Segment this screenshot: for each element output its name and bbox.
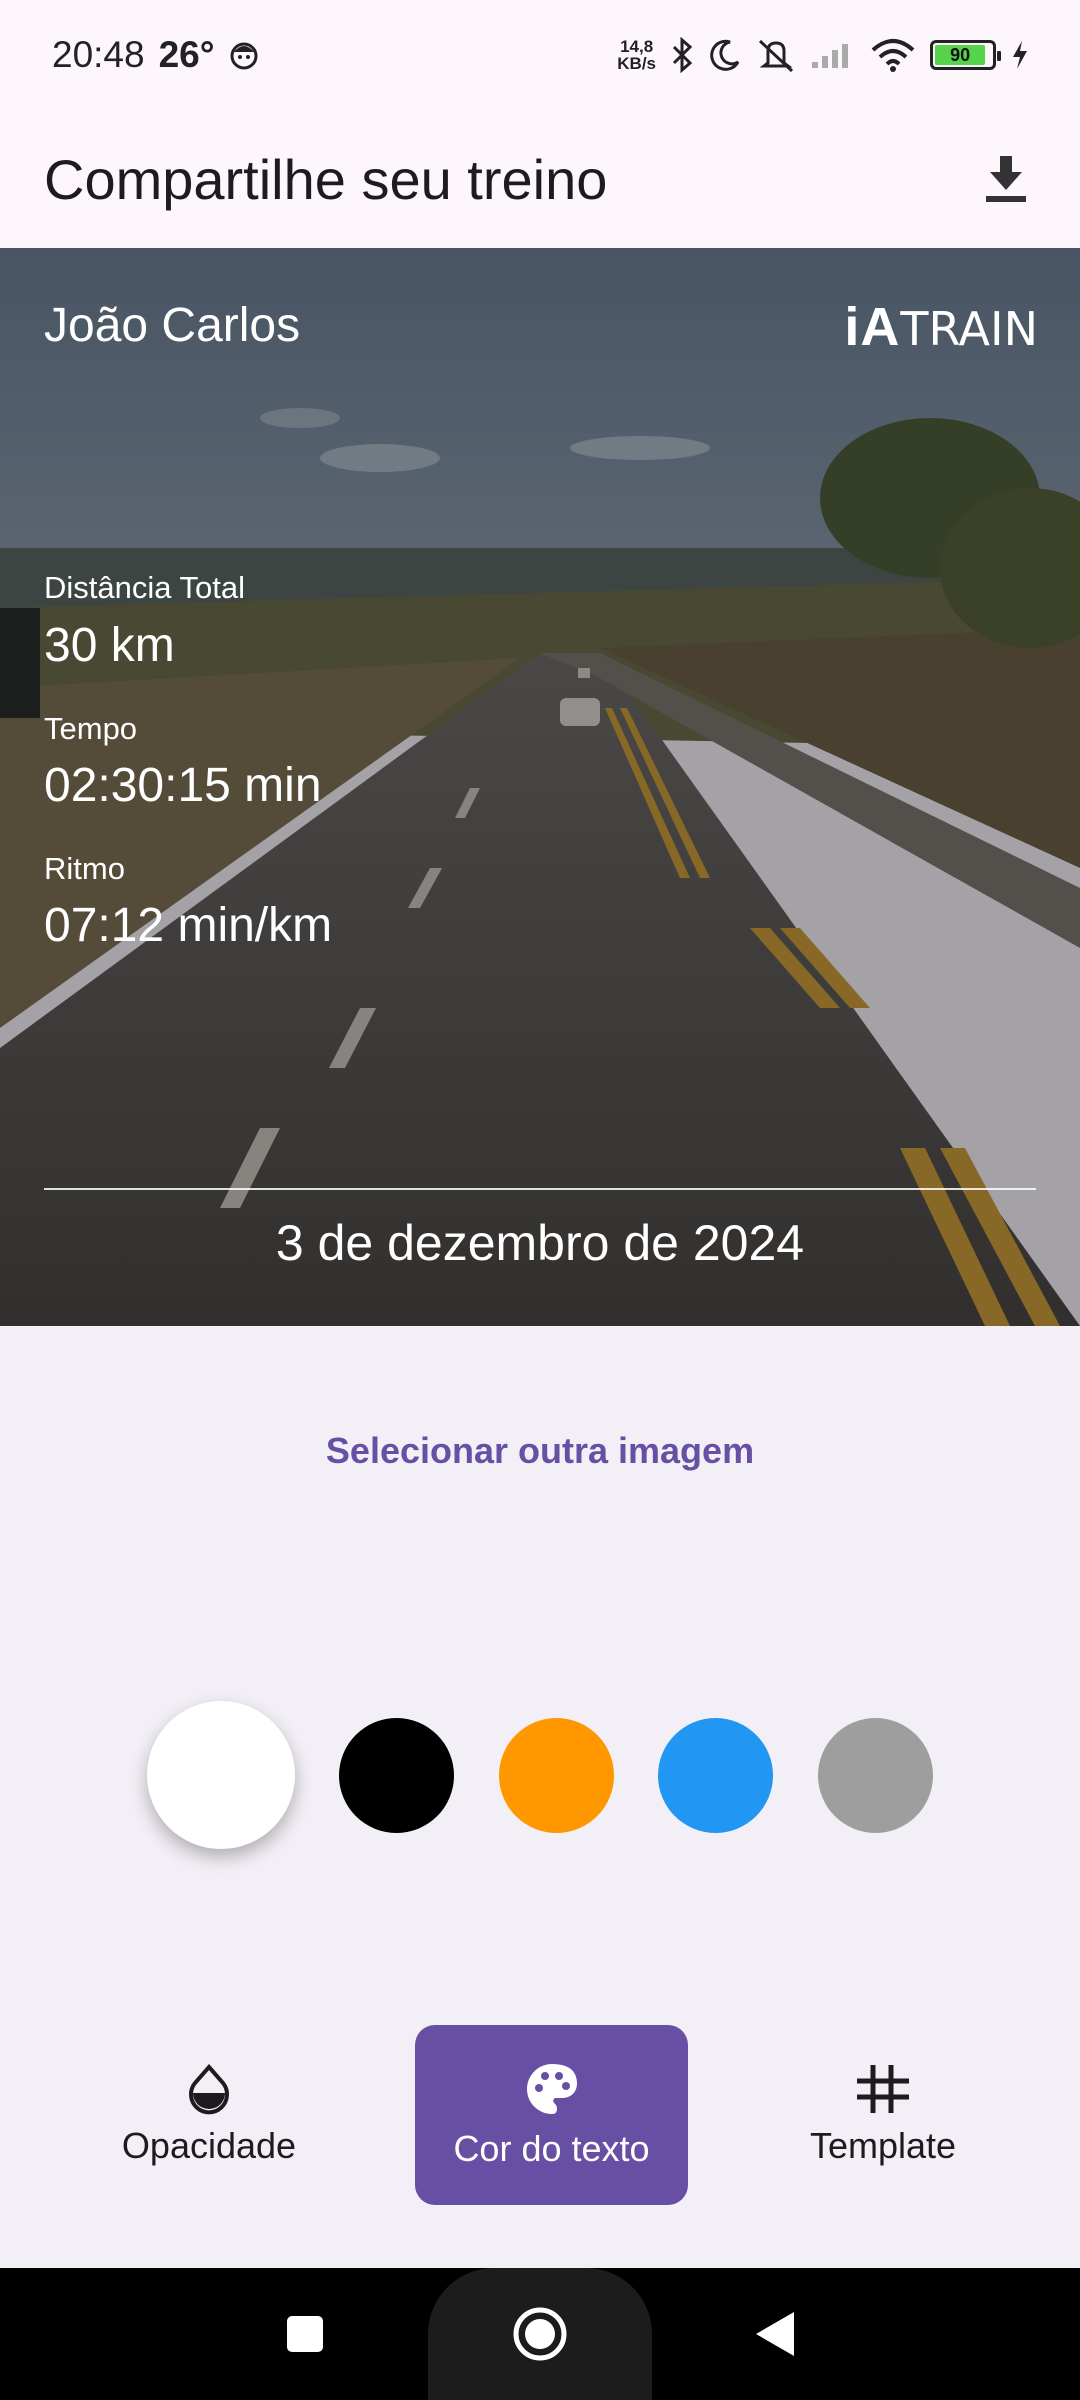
bluetooth-icon — [672, 37, 693, 73]
back-icon — [756, 2312, 794, 2356]
date-divider — [44, 1188, 1036, 1190]
back-button[interactable] — [740, 2302, 810, 2366]
logo-ia: iA — [844, 297, 901, 357]
recents-icon — [287, 2316, 323, 2352]
charging-icon — [1013, 41, 1027, 69]
page-title: Compartilhe seu treino — [44, 147, 608, 211]
moon-icon — [710, 39, 740, 71]
status-left: 20:48 26° — [52, 34, 259, 76]
stat-pace-value: 07:12 min/km — [44, 899, 333, 952]
tool-opacity[interactable]: Opacidade — [84, 2025, 334, 2205]
signal-icon — [812, 44, 848, 68]
download-button[interactable] — [976, 149, 1036, 209]
grid-icon — [857, 2065, 909, 2113]
recents-button[interactable] — [270, 2304, 340, 2364]
stat-time-value: 02:30:15 min — [44, 759, 322, 812]
workout-preview: João Carlos iATRAIN Distância Total 30 k… — [0, 248, 1080, 1326]
home-icon — [513, 2307, 567, 2361]
opacity-icon — [189, 2063, 229, 2115]
select-image-button[interactable]: Selecionar outra imagem — [0, 1430, 1080, 1472]
home-button[interactable] — [500, 2298, 580, 2370]
face-icon — [230, 42, 258, 70]
status-right: 14,8 KB/s 90 — [617, 37, 1030, 73]
logo-train: TRAIN — [900, 302, 1038, 356]
silent-icon — [758, 39, 794, 73]
tool-template-label: Template — [809, 2125, 957, 2166]
tool-opacity-label: Opacidade — [121, 2125, 297, 2166]
stat-distance-value: 30 km — [44, 619, 175, 672]
download-icon — [986, 156, 1026, 202]
net-speed-value: 14,8 — [620, 37, 654, 56]
stat-distance-label: Distância Total — [44, 570, 246, 605]
app-bar: Compartilhe seu treino — [0, 110, 1080, 248]
battery-level: 90 — [935, 45, 986, 65]
swatch-white[interactable] — [147, 1701, 295, 1849]
net-speed-unit: KB/s — [617, 54, 656, 73]
swatch-grey[interactable] — [818, 1718, 933, 1833]
iatrain-logo: iATRAIN — [844, 296, 1038, 358]
stat-pace-label: Ritmo — [44, 851, 125, 886]
workout-date: 3 de dezembro de 2024 — [275, 1215, 805, 1271]
tool-text-color[interactable]: Cor do texto — [415, 2025, 688, 2205]
stat-time-label: Tempo — [44, 711, 138, 746]
swatch-orange[interactable] — [499, 1718, 614, 1833]
tool-text-color-label: Cor do texto — [453, 2128, 650, 2169]
battery-icon: 90 — [930, 40, 1001, 70]
status-bar: 20:48 26° 14,8 KB/s 90 — [0, 0, 1080, 110]
swatch-black[interactable] — [339, 1718, 454, 1833]
system-nav-bar — [0, 2268, 1080, 2400]
palette-icon — [526, 2064, 577, 2114]
tool-template[interactable]: Template — [768, 2025, 998, 2205]
swatch-blue[interactable] — [658, 1718, 773, 1833]
status-time: 20:48 — [52, 34, 145, 75]
text-color-picker — [0, 1700, 1080, 1850]
status-temperature: 26° — [158, 34, 215, 75]
athlete-name: João Carlos — [44, 299, 301, 352]
wifi-icon — [871, 39, 915, 72]
edit-toolbar: Opacidade Cor do texto Template — [0, 2025, 1080, 2205]
net-speed: 14,8 KB/s — [617, 38, 656, 72]
